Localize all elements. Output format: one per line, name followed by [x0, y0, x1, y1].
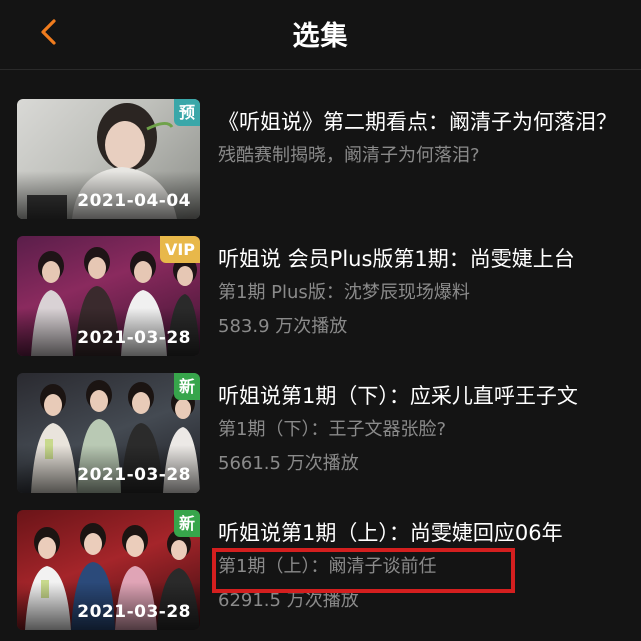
vip-badge: VIP: [159, 236, 200, 263]
play-count: 583.9 万次播放: [218, 316, 348, 337]
episode-info: 《听姐说》第二期看点：阚清子为何落泪？ 残酷赛制揭晓，阚清子为何落泪?: [218, 99, 623, 170]
episode-info: 听姐说第1期（下）：应采儿直呼王子文 第1期（下）：王子文器张脸? 5661.5…: [218, 373, 623, 478]
episode-thumbnail: VIP 2021-03-28: [17, 236, 200, 356]
episode-thumbnail: 新 2021-03-28: [17, 373, 200, 493]
new-badge: 新: [173, 373, 200, 400]
new-badge: 新: [173, 510, 200, 537]
episode-thumbnail: 新 2021-03-28: [17, 510, 200, 630]
episode-subtitle: 第1期 Plus版：沈梦辰现场爆料: [218, 282, 470, 303]
episode-date: 2021-04-04: [77, 191, 191, 211]
episode-info: 听姐说 会员Plus版第1期：尚雯婕上台 第1期 Plus版：沈梦辰现场爆料 5…: [218, 236, 623, 341]
episode-item[interactable]: VIP 2021-03-28 听姐说 会员Plus版第1期：尚雯婕上台 第1期 …: [0, 236, 641, 358]
episode-title: 听姐说 会员Plus版第1期：尚雯婕上台: [218, 247, 575, 271]
episode-date: 2021-03-28: [77, 465, 191, 485]
preview-badge: 预: [173, 99, 200, 126]
episode-subtitle: 第1期（下）：王子文器张脸?: [218, 419, 447, 440]
episode-date: 2021-03-28: [77, 328, 191, 348]
play-count: 5661.5 万次播放: [218, 453, 359, 474]
episode-title: 听姐说第1期（下）：应采儿直呼王子文: [218, 384, 578, 408]
top-bar: 选集: [0, 0, 641, 68]
header-divider: [0, 69, 641, 70]
episode-item[interactable]: 预 2021-04-04 《听姐说》第二期看点：阚清子为何落泪？ 残酷赛制揭晓，…: [0, 99, 641, 221]
highlight-annotation-box: [212, 548, 515, 593]
page-title: 选集: [292, 21, 349, 52]
episode-title: 听姐说第1期（上）：尚雯婕回应06年: [218, 521, 563, 545]
episode-thumbnail: 预 2021-04-04: [17, 99, 200, 219]
episode-date: 2021-03-28: [77, 602, 191, 622]
episode-title: 《听姐说》第二期看点：阚清子为何落泪？: [218, 110, 617, 134]
episode-item[interactable]: 新 2021-03-28 听姐说第1期（下）：应采儿直呼王子文 第1期（下）：王…: [0, 373, 641, 495]
episode-subtitle: 残酷赛制揭晓，阚清子为何落泪?: [218, 145, 480, 166]
